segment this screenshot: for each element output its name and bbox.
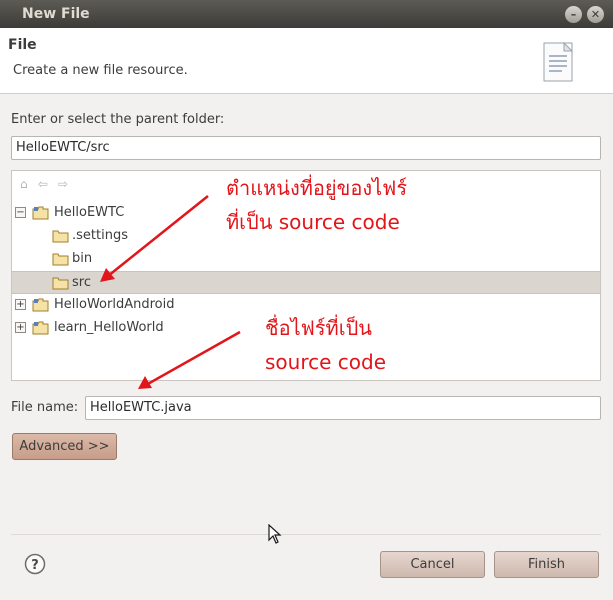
folder-icon [52,277,69,290]
header-title: File [8,37,37,53]
parent-folder-label: Enter or select the parent folder: [11,112,225,127]
wizard-header: File Create a new file resource. [0,28,613,94]
file-name-label: File name: [11,400,79,415]
help-icon[interactable]: ? [24,553,46,575]
folder-annotation-line1: ตำแหน่งที่อยู่ของไฟร์ [226,176,408,200]
title-bar: New File – ✕ [0,0,613,28]
close-icon: ✕ [590,8,601,21]
tree-toolbar: ⌂ ⇦ ⇨ [20,177,74,195]
filename-annotation-line2: source code [265,350,387,374]
folder-annotation: ตำแหน่งที่อยู่ของไฟร์ ที่เป็น source cod… [226,171,407,239]
tree-item-label: .settings [72,228,128,243]
expand-icon[interactable]: + [15,299,26,310]
forward-arrow-icon[interactable]: ⇨ [58,177,68,191]
folder-icon [52,230,69,243]
help-glyph: ? [31,558,39,573]
mouse-cursor-icon [268,524,282,544]
window-title: New File [22,6,90,22]
minimize-button[interactable]: – [565,6,582,23]
back-arrow-icon[interactable]: ⇦ [38,177,48,191]
tree-item-src[interactable]: src [12,271,600,294]
tree-item-label: HelloEWTC [54,205,125,220]
advanced-button[interactable]: Advanced >> [12,433,117,460]
cancel-button[interactable]: Cancel [380,551,485,578]
collapse-icon[interactable]: − [15,207,26,218]
finish-button[interactable]: Finish [494,551,599,578]
tree-item-label: HelloWorldAndroid [54,297,175,312]
divider [11,534,601,535]
tree-item-label: learn_HelloWorld [54,320,164,335]
filename-annotation: ชื่อไฟร์ที่เป็น source code [265,311,386,379]
tree-item-bin[interactable]: bin [12,248,600,271]
project-folder-icon [32,321,49,335]
parent-folder-input[interactable]: HelloEWTC/src [11,136,601,160]
folder-annotation-line2: ที่เป็น source code [226,210,400,234]
document-icon [543,41,574,82]
filename-annotation-line1: ชื่อไฟร์ที่เป็น [265,316,372,340]
project-folder-icon [32,298,49,312]
project-folder-icon [32,206,49,220]
expand-icon[interactable]: + [15,322,26,333]
minimize-icon: – [570,8,577,21]
close-button[interactable]: ✕ [587,6,604,23]
file-name-input[interactable]: HelloEWTC.java [85,396,601,420]
header-description: Create a new file resource. [13,63,188,78]
tree-item-label: src [72,275,91,290]
tree-item-label: bin [72,251,93,266]
home-icon[interactable]: ⌂ [20,177,28,191]
folder-icon [52,253,69,266]
